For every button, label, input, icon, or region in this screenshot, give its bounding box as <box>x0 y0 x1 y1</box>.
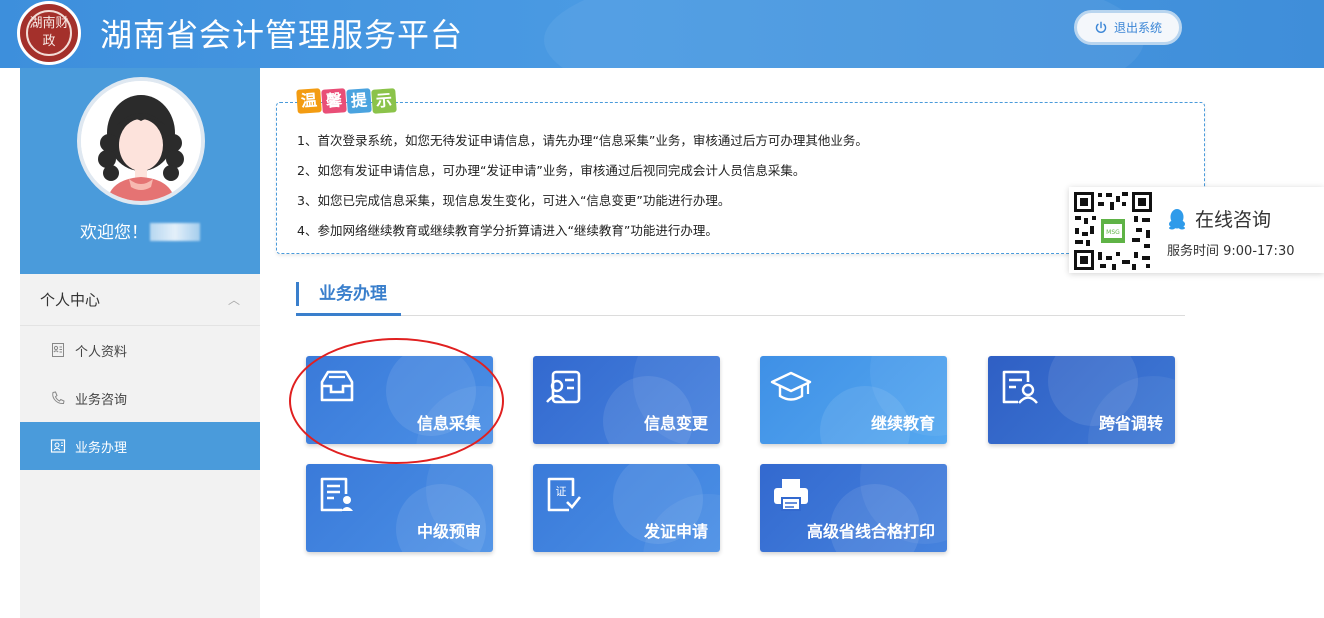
tile-intermediate-precheck[interactable]: 中级预审 <box>306 464 493 552</box>
logo-seal: 湖南财政 <box>26 10 72 56</box>
certificate-icon: 证 <box>547 477 582 512</box>
tip-line: 4、参加网络继续教育或继续教育学分折算请进入“继续教育”功能进行办理。 <box>297 223 718 238</box>
section-underline <box>296 313 401 316</box>
printer-icon <box>774 479 808 511</box>
tile-label: 中级预审 <box>416 522 481 541</box>
chevron-up-icon: ︿ <box>227 293 240 307</box>
menu-group: 个人中心 ︿ 个人资料 业务咨询 业务办理 <box>20 274 260 470</box>
inbox-tray-icon <box>320 370 354 402</box>
tile-label: 跨省调转 <box>1098 414 1163 433</box>
tile-label: 高级省线合格打印 <box>806 522 935 541</box>
sidebar-item-profile[interactable]: 个人资料 <box>20 326 260 374</box>
online-consult-panel: MSG 在线咨询 服务时间 9:00-17:30 <box>1069 187 1324 273</box>
person-card-edit-icon <box>546 370 581 404</box>
tile-cross-province-transfer[interactable]: 跨省调转 <box>988 356 1175 444</box>
graduation-cap-icon <box>770 371 812 401</box>
logo: 湖南财政 <box>17 1 81 65</box>
sidebar: 欢迎您！ 个人中心 ︿ 个人资料 业务咨询 业务办理 <box>20 68 260 618</box>
tile-label: 信息采集 <box>416 414 481 433</box>
qr-code: MSG <box>1072 190 1154 272</box>
tip-line: 3、如您已完成信息采集，现信息发生变化，可进入“信息变更”功能进行办理。 <box>297 193 731 208</box>
service-time: 服务时间 9:00-17:30 <box>1167 244 1295 259</box>
sidebar-item-label: 个人资料 <box>75 344 128 360</box>
tips-panel: 温 馨 提 示 1、首次登录系统，如您无待发证申请信息，请先办理“信息采集”业务… <box>276 88 1205 254</box>
tile-label: 发证申请 <box>643 522 708 541</box>
logo-text: 湖南财政 <box>29 16 69 49</box>
menu-group-personal-center[interactable]: 个人中心 ︿ <box>20 274 260 326</box>
person-document-icon <box>1002 370 1038 404</box>
sidebar-item-consult[interactable]: 业务咨询 <box>20 374 260 422</box>
business-icon <box>50 439 66 453</box>
tile-senior-pass-print[interactable]: 高级省线合格打印 <box>760 464 947 552</box>
tile-label: 继续教育 <box>870 414 935 433</box>
top-header: 湖南财政 湖南省会计管理服务平台 退出系统 <box>0 0 1324 68</box>
avatar <box>77 77 205 205</box>
form-review-icon <box>320 477 353 512</box>
tips-title-char: 馨 <box>321 88 347 114</box>
tips-title-char: 提 <box>346 88 372 114</box>
tile-info-collection[interactable]: 信息采集 <box>306 356 493 444</box>
tips-title: 温 馨 提 示 <box>296 88 397 114</box>
menu-group-label: 个人中心 <box>40 291 101 309</box>
section-header: 业务办理 <box>296 282 1185 316</box>
header-decoration <box>544 0 1144 68</box>
section-title: 业务办理 <box>296 282 397 306</box>
profile-panel: 欢迎您！ <box>20 68 260 274</box>
tile-certificate-application[interactable]: 证 发证申请 <box>533 464 720 552</box>
tile-label: 信息变更 <box>643 414 708 433</box>
tile-info-change[interactable]: 信息变更 <box>533 356 720 444</box>
profile-card-icon <box>52 343 64 357</box>
online-consult-link[interactable]: 在线咨询 <box>1167 205 1271 232</box>
logout-label: 退出系统 <box>1113 21 1162 35</box>
avatar-illustration <box>81 81 201 201</box>
tips-list: 1、首次登录系统，如您无待发证申请信息，请先办理“信息采集”业务，审核通过后方可… <box>297 129 868 249</box>
svg-text:证: 证 <box>556 485 567 498</box>
tip-line: 1、首次登录系统，如您无待发证申请信息，请先办理“信息采集”业务，审核通过后方可… <box>297 133 868 148</box>
tip-line: 2、如您有发证申请信息，可办理“发证申请”业务，审核通过后视同完成会计人员信息采… <box>297 163 806 178</box>
welcome-label: 欢迎您！ <box>80 223 148 243</box>
phone-icon <box>52 391 65 405</box>
power-icon <box>1095 21 1107 33</box>
sidebar-item-business[interactable]: 业务办理 <box>20 422 260 470</box>
online-consult-label: 在线咨询 <box>1195 209 1272 231</box>
welcome-text: 欢迎您！ <box>20 218 260 243</box>
sidebar-item-label: 业务咨询 <box>75 392 128 408</box>
logout-button[interactable]: 退出系统 <box>1074 10 1182 45</box>
tips-title-char: 示 <box>371 88 397 114</box>
svg-text:MSG: MSG <box>1106 229 1120 236</box>
qq-penguin-icon <box>1169 208 1185 229</box>
tips-title-char: 温 <box>296 88 322 114</box>
tile-continuing-education[interactable]: 继续教育 <box>760 356 947 444</box>
site-title: 湖南省会计管理服务平台 <box>100 16 464 54</box>
blurred-username <box>150 223 200 241</box>
sidebar-item-label: 业务办理 <box>75 440 128 456</box>
